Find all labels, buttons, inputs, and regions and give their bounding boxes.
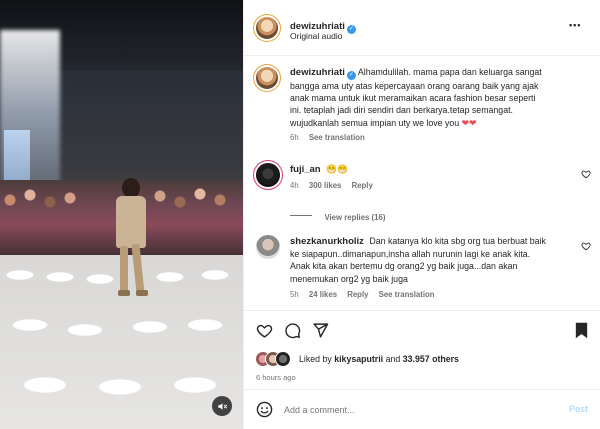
commenter-avatar[interactable] [256, 163, 280, 187]
liked-by-prefix: Liked by [299, 354, 332, 364]
caption-avatar[interactable] [256, 67, 278, 89]
verified-badge-icon: ✓ [346, 71, 356, 80]
caption-line: bangga ama uty atas kepercayaan orang oa… [290, 81, 539, 91]
caption-line: wujudkanlah semua impian uty we love you [290, 117, 460, 128]
bookmark-icon [575, 322, 588, 339]
comment-input[interactable] [284, 401, 554, 419]
post-actions: Liked by kikysaputrii and 33.957 others … [244, 310, 600, 429]
comment: fuji_an 😁😁 4h 300 likes Reply [290, 163, 580, 190]
post-time[interactable]: 6 hours ago [256, 373, 296, 382]
replies-divider [290, 215, 312, 217]
heart-emoji: ❤❤ [461, 117, 477, 128]
post-details-panel: dewizuhriati ✓ Original audio ••• dewizuh… [243, 0, 600, 429]
view-replies-button[interactable]: View replies (16) [290, 207, 385, 225]
post-media[interactable] [0, 0, 243, 429]
likes-count[interactable]: 33.957 others [403, 354, 459, 364]
mute-button[interactable] [212, 396, 232, 416]
comment-box: Post [244, 389, 600, 429]
caption-username[interactable]: dewizuhriati [290, 67, 345, 78]
comment-username[interactable]: shezkanurkholiz [290, 236, 364, 247]
see-translation-link[interactable]: See translation [309, 133, 365, 142]
caption-line: Alhamdulilah. mama papa dan keluarga san… [357, 67, 542, 77]
speech-bubble-icon [285, 323, 301, 339]
emoji-button[interactable] [256, 401, 273, 418]
author-avatar[interactable] [256, 17, 278, 39]
comment-line: menemukan org2 yg baik juga [290, 273, 408, 284]
comment-button[interactable] [284, 322, 301, 339]
speaker-muted-icon [217, 402, 227, 410]
paper-plane-icon [313, 323, 329, 338]
comment-likes[interactable]: 300 likes [309, 181, 342, 190]
reply-button[interactable]: Reply [352, 181, 373, 190]
caption-line: ini. tetaplah jadi diri sendiri dan berk… [290, 105, 513, 116]
caption-line: anak mama untuk ikut meramaikan acara fa… [290, 93, 536, 104]
comment-username[interactable]: fuji_an [290, 164, 321, 175]
audio-label[interactable]: Original audio [290, 31, 342, 41]
comment-line: ke siapapun..dimanapun,insha allah nurun… [290, 249, 531, 260]
comment-time[interactable]: 4h [290, 181, 299, 190]
caption: dewizuhriati ✓ Alhamdulilah. mama papa da… [290, 66, 590, 142]
runway-model [110, 178, 160, 303]
more-options-button[interactable]: ••• [569, 20, 581, 30]
comment-like-icon[interactable] [581, 169, 591, 179]
liker-avatar [276, 352, 290, 366]
post-comment-button[interactable]: Post [569, 404, 588, 414]
comment-line: Dan katanya klo kita sbg org tua berbuat… [369, 236, 546, 246]
comment: shezkanurkholiz Dan katanya klo kita sbg… [290, 235, 582, 299]
share-button[interactable] [312, 322, 329, 339]
like-button[interactable] [256, 322, 273, 339]
and-word: and [385, 354, 401, 364]
comment-text: 😁😁 [326, 164, 348, 174]
view-replies-label: View replies (16) [324, 213, 386, 222]
commenter-avatar[interactable] [256, 235, 280, 259]
smiley-icon [256, 401, 273, 418]
verified-badge-icon: ✓ [346, 25, 356, 34]
liked-by-avatars[interactable] [256, 351, 296, 367]
post-header: dewizuhriati ✓ Original audio ••• [244, 0, 600, 56]
comment-likes[interactable]: 24 likes [309, 290, 337, 299]
comment-line: Anak kita akan bertemu dg orang2 yg baik… [290, 261, 518, 272]
liked-by-user[interactable]: kikysaputrii [334, 354, 383, 364]
save-button[interactable] [574, 322, 589, 339]
see-translation-link[interactable]: See translation [379, 290, 435, 299]
heart-outline-icon [256, 324, 273, 338]
reply-button[interactable]: Reply [347, 290, 368, 299]
caption-time[interactable]: 6h [290, 133, 299, 142]
more-horizontal-icon: ••• [569, 20, 582, 30]
comment-like-icon[interactable] [581, 241, 591, 251]
comment-time[interactable]: 5h [290, 290, 299, 299]
liked-by-text: Liked by kikysaputrii and 33.957 others [299, 354, 459, 364]
